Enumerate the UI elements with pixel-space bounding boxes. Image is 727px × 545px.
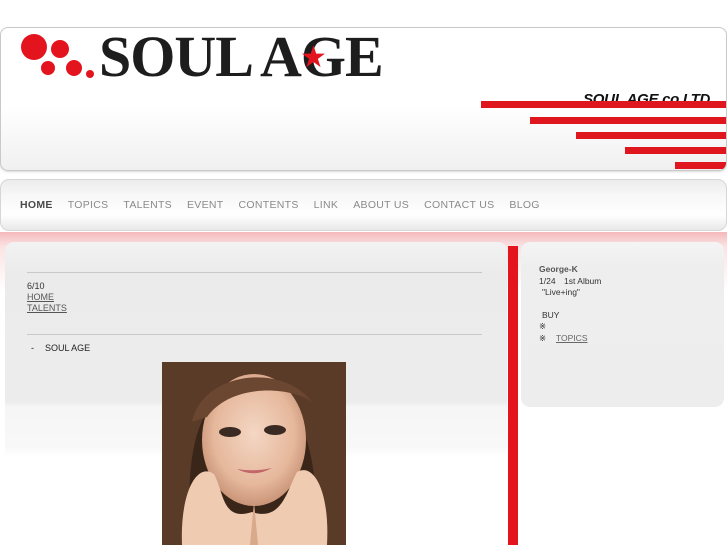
note-mark: ※ (539, 333, 547, 343)
portrait-photo (162, 362, 346, 545)
header-stripe (675, 162, 726, 169)
logo-wordmark: SOUL AGE (99, 27, 384, 89)
nav-item-blog[interactable]: BLOG (509, 199, 539, 211)
note-mark: ※ (539, 321, 547, 331)
column-divider (508, 246, 518, 545)
release-info: 1/24 1st Album (539, 276, 602, 286)
logo-dot-icon (21, 34, 47, 60)
breadcrumb-talents[interactable]: TALENTS (27, 303, 67, 313)
header-stripe (576, 132, 726, 139)
list-item: - SOUL AGE (31, 343, 90, 353)
list-item-text: SOUL AGE (45, 343, 91, 353)
side-panel: George-K 1/24 1st Album "Live+ing" BUY ※… (521, 242, 724, 407)
main-nav: HOME TOPICS TALENTS EVENT CONTENTS LINK … (0, 179, 727, 231)
portrait-image (162, 362, 346, 545)
divider-line (27, 272, 482, 273)
site-header: SOUL AGE ★ SOUL AGE co.LTD (0, 27, 727, 171)
artist-name: George-K (539, 264, 578, 274)
nav-item-event[interactable]: EVENT (187, 199, 224, 211)
divider-line (27, 334, 482, 335)
nav-item-home[interactable]: HOME (20, 199, 53, 211)
header-stripe (481, 101, 726, 108)
nav-item-contact-us[interactable]: CONTACT US (424, 199, 494, 211)
album-title: "Live+ing" (542, 287, 580, 297)
breadcrumb-home[interactable]: HOME (27, 292, 54, 302)
buy-label[interactable]: BUY (542, 310, 559, 320)
logo-dot-icon (86, 70, 94, 78)
header-stripe (625, 147, 726, 154)
nav-item-contents[interactable]: CONTENTS (239, 199, 299, 211)
logo-dot-icon (66, 60, 82, 76)
list-bullet: - (31, 343, 34, 353)
logo-dot-icon (51, 40, 69, 58)
logo-dot-icon (41, 61, 55, 75)
nav-item-about-us[interactable]: ABOUT US (353, 199, 409, 211)
logo-star-icon: ★ (300, 41, 327, 74)
header-stripe (530, 117, 726, 124)
nav-item-talents[interactable]: TALENTS (123, 199, 172, 211)
topics-link[interactable]: TOPICS (556, 333, 588, 343)
nav-item-link[interactable]: LINK (314, 199, 339, 211)
nav-item-topics[interactable]: TOPICS (68, 199, 109, 211)
post-date: 6/10 (27, 281, 45, 291)
